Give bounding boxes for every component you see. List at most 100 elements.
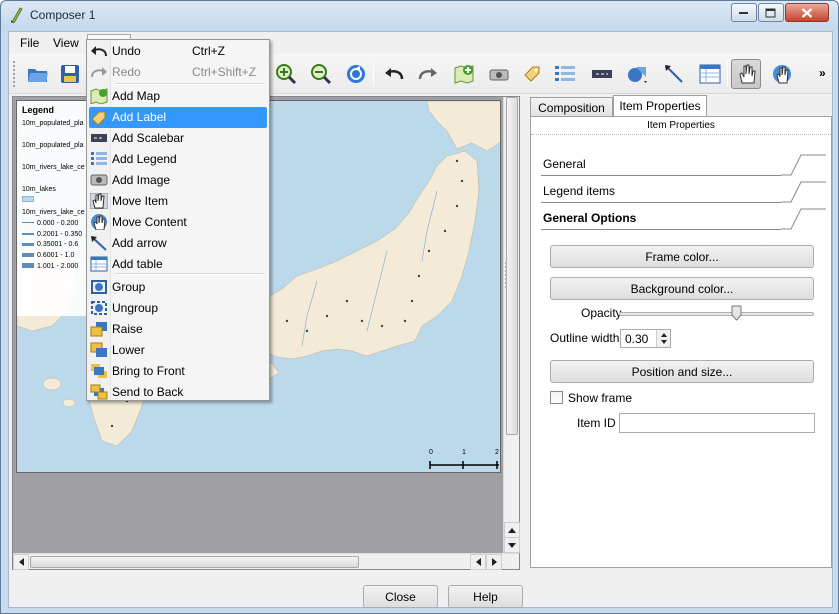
add-shape-button[interactable]: [623, 59, 653, 89]
scalebar-label: 0: [429, 449, 433, 456]
tab-composition[interactable]: Composition: [530, 97, 613, 116]
opacity-slider[interactable]: [619, 312, 814, 316]
help-button[interactable]: Help: [448, 585, 523, 608]
scroll-right-button[interactable]: [486, 554, 502, 570]
section-legend-items[interactable]: Legend items: [541, 181, 826, 203]
menu-item-move-content[interactable]: Move Content: [89, 212, 267, 233]
zoom-out-button[interactable]: [306, 59, 336, 89]
show-frame-checkbox[interactable]: [550, 391, 563, 404]
item-id-field[interactable]: [619, 413, 815, 433]
select-move-item-button[interactable]: [731, 59, 761, 89]
redo-button[interactable]: [413, 59, 443, 89]
panel-splitter[interactable]: [505, 262, 508, 288]
select-hand-icon: [739, 64, 756, 84]
menu-item-label: Undo: [112, 44, 141, 58]
menu-file[interactable]: File: [20, 36, 39, 50]
qgis-composer-icon: [11, 7, 23, 23]
spinbox-arrows[interactable]: [656, 330, 670, 347]
arrow-up-icon: [508, 527, 516, 533]
outline-width-spinbox[interactable]: 0.30: [620, 329, 671, 348]
section-general[interactable]: General: [541, 154, 826, 176]
zoom-in-button[interactable]: [271, 59, 301, 89]
menu-item-ungroup[interactable]: Ungroup: [89, 298, 267, 319]
arrow-right-icon: [491, 558, 497, 566]
section-tab-shape: [781, 154, 826, 176]
close-button[interactable]: Close: [363, 585, 438, 608]
menu-view[interactable]: View: [53, 36, 79, 50]
add-legend-button[interactable]: [550, 59, 580, 89]
background-color-button[interactable]: Background color...: [550, 277, 814, 300]
section-tab-shape: [781, 181, 826, 203]
menu-item-add-arrow[interactable]: Add arrow: [89, 233, 267, 254]
minimize-icon: [739, 11, 748, 14]
menu-item-move-item[interactable]: Move Item: [89, 191, 267, 212]
menu-item-raise[interactable]: Raise: [89, 319, 267, 340]
add-image-button[interactable]: [484, 59, 514, 89]
horizontal-scroll-thumb[interactable]: [30, 556, 359, 568]
menu-item-undo[interactable]: Undo Ctrl+Z: [89, 41, 267, 62]
toolbar-overflow-icon[interactable]: »: [819, 66, 826, 80]
bring-to-front-icon: [91, 364, 107, 378]
menu-item-label: Add Image: [112, 173, 171, 187]
add-map-button[interactable]: [449, 59, 479, 89]
menu-separator: [115, 273, 265, 275]
pane-title: Item Properties: [531, 117, 831, 135]
menu-item-add-image[interactable]: Add Image: [89, 170, 267, 191]
section-label: General Options: [543, 211, 637, 225]
opacity-slider-thumb[interactable]: [731, 305, 742, 321]
scroll-left-button[interactable]: [470, 554, 486, 570]
canvas-horizontal-scrollbar[interactable]: [13, 553, 519, 570]
properties-panel: Composition Item Properties Item Propert…: [528, 94, 832, 570]
save-template-button[interactable]: [55, 59, 85, 89]
menu-item-redo[interactable]: Redo Ctrl+Shift+Z: [89, 62, 267, 83]
menu-item-add-table[interactable]: Add table: [89, 254, 267, 275]
menu-item-bring-to-front[interactable]: Bring to Front: [89, 361, 267, 382]
move-item-icon: [90, 193, 108, 209]
menu-item-label: Group: [112, 280, 146, 294]
minimize-button[interactable]: [731, 3, 757, 22]
lower-icon: [90, 342, 107, 357]
title-bar: Composer 1: [1, 1, 838, 31]
menu-item-add-label[interactable]: Add Label: [89, 107, 267, 128]
refresh-icon: [347, 65, 365, 83]
save-icon: [61, 65, 79, 83]
scroll-up-button[interactable]: [504, 522, 520, 538]
add-label-button[interactable]: [517, 59, 547, 89]
menu-item-send-to-back[interactable]: Send to Back: [89, 382, 267, 403]
scalebar-item[interactable]: 0 1 2: [429, 449, 500, 472]
add-arrow-button[interactable]: [659, 59, 689, 89]
tab-item-properties[interactable]: Item Properties: [613, 95, 707, 117]
menu-item-add-map[interactable]: Add Map: [89, 86, 267, 107]
maximize-button[interactable]: [758, 3, 784, 22]
toolbar-separator: [727, 61, 728, 87]
add-scalebar-button[interactable]: [587, 59, 617, 89]
section-tab-shape: [781, 208, 826, 230]
legend-entry: 10m_rivers_lake_ce: [22, 209, 85, 216]
add-image-icon: [90, 174, 108, 186]
position-and-size-button[interactable]: Position and size...: [550, 360, 814, 383]
redo-icon: [418, 68, 437, 80]
maximize-icon: [765, 8, 776, 17]
map-legend[interactable]: Legend 10m_populated_pla 10m_populated_p…: [17, 101, 92, 316]
menu-item-lower[interactable]: Lower: [89, 340, 267, 361]
scroll-left-button[interactable]: [13, 554, 29, 570]
scroll-down-button[interactable]: [504, 537, 520, 553]
menu-item-add-scalebar[interactable]: Add Scalebar: [89, 128, 267, 149]
toolbar-grip[interactable]: [13, 61, 16, 87]
add-table-button[interactable]: [695, 59, 725, 89]
refresh-view-button[interactable]: [341, 59, 371, 89]
menu-item-group[interactable]: Group: [89, 277, 267, 298]
legend-class: 1.001 - 2.000: [37, 262, 79, 270]
frame-color-button[interactable]: Frame color...: [550, 245, 814, 268]
close-window-button[interactable]: [785, 3, 829, 22]
undo-button[interactable]: [379, 59, 409, 89]
item-id-label: Item ID: [577, 416, 616, 430]
zoom-in-icon: [276, 64, 297, 85]
section-general-options[interactable]: General Options: [541, 208, 826, 230]
outline-width-label: Outline width: [550, 331, 620, 345]
menu-item-add-legend[interactable]: Add Legend: [89, 149, 267, 170]
open-template-button[interactable]: [23, 59, 53, 89]
move-content-button[interactable]: [767, 59, 797, 89]
canvas-vertical-scrollbar[interactable]: [503, 97, 520, 553]
menu-item-shortcut: Ctrl+Shift+Z: [192, 65, 257, 79]
